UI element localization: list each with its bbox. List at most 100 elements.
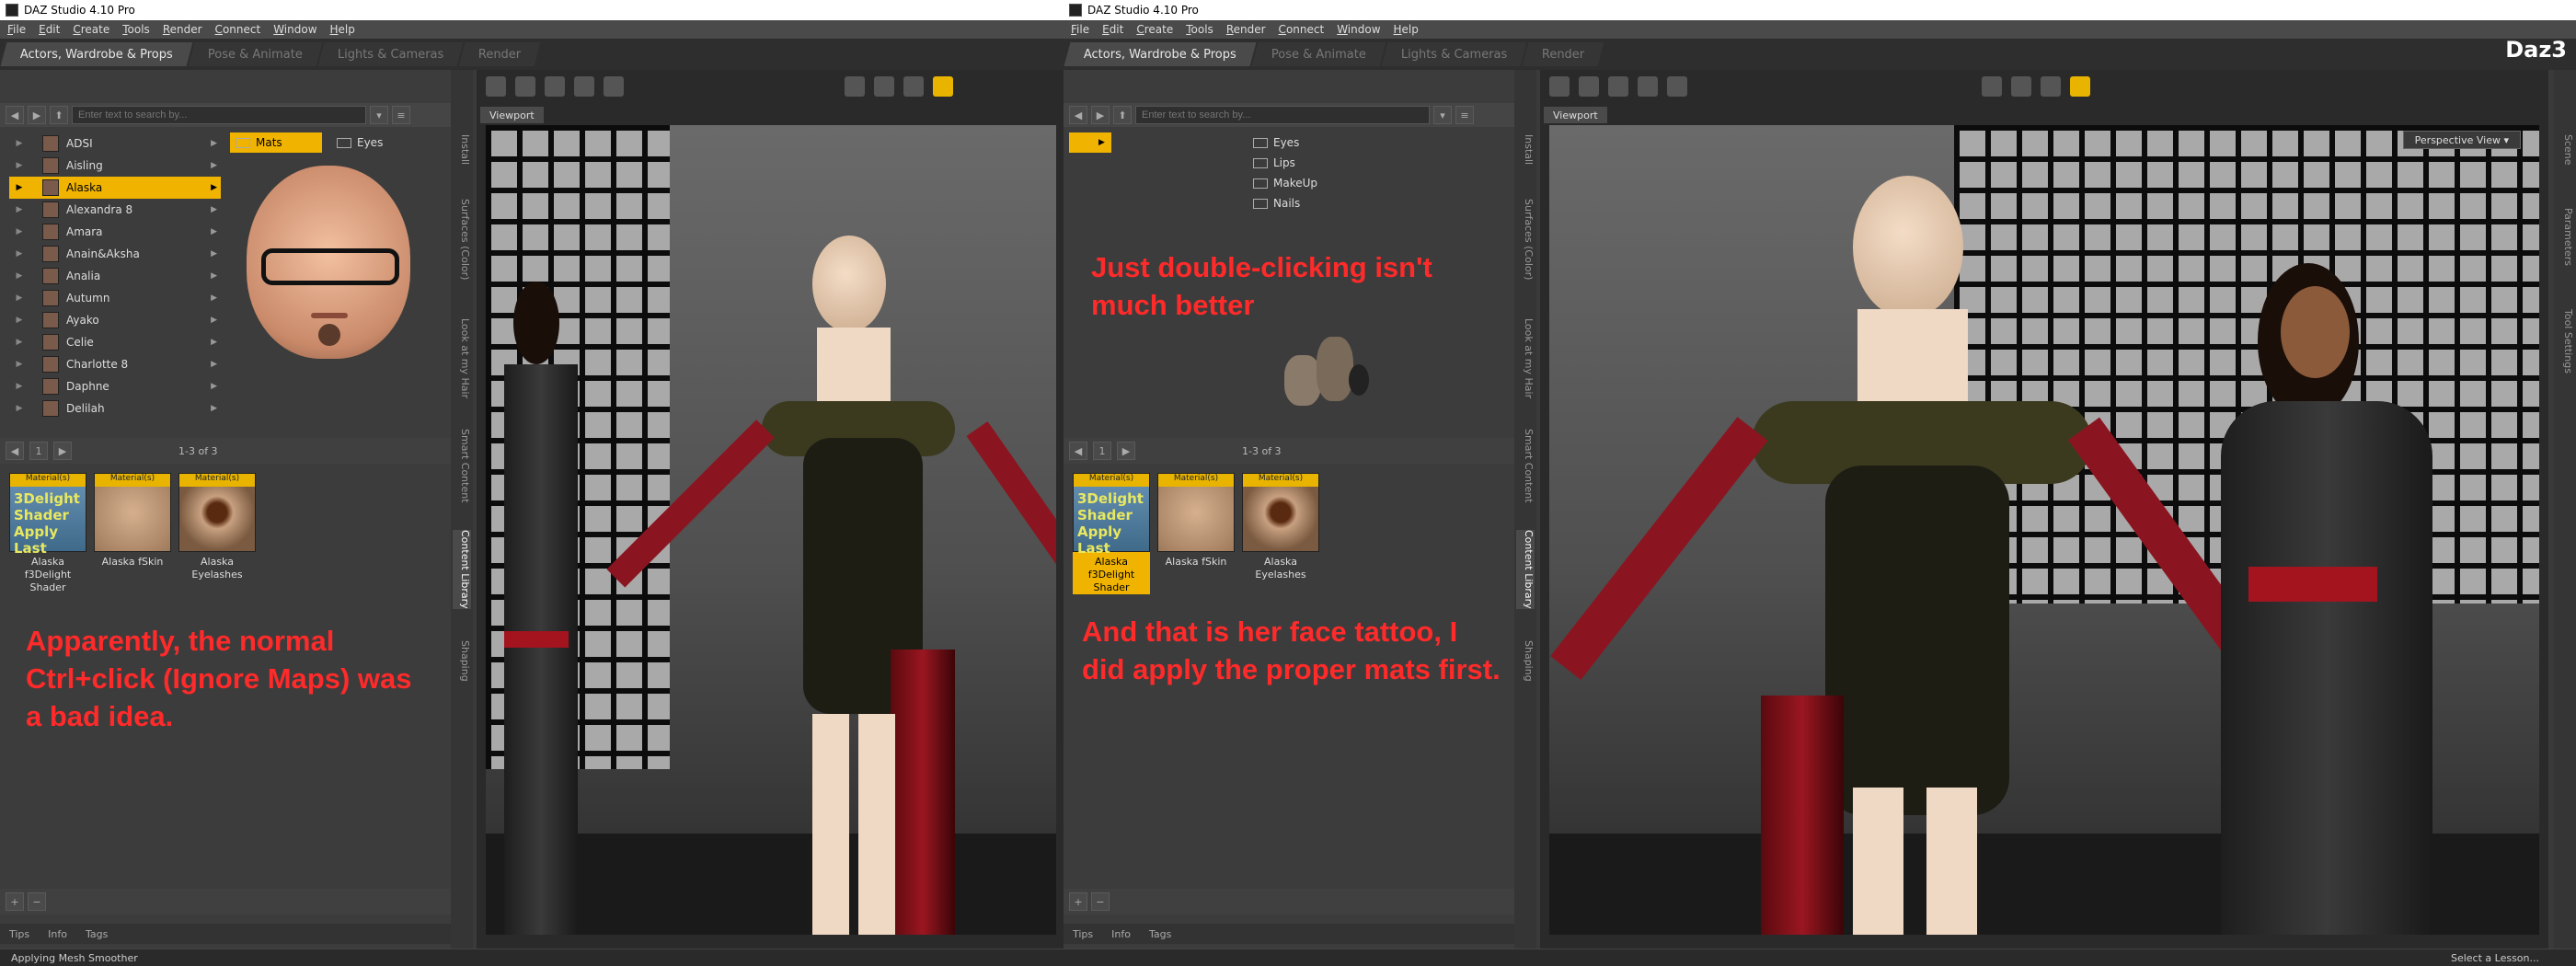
tool-icon[interactable] [1608, 76, 1628, 97]
menu-create[interactable]: Create [73, 23, 109, 36]
tree-item[interactable]: ▶ Amara ▶ [9, 221, 221, 243]
tab-look-at-my-hair[interactable]: Look at my Hair [453, 318, 471, 398]
tab-content-library[interactable]: Content Library [1516, 530, 1535, 609]
tab-shaping[interactable]: Shaping [453, 640, 471, 682]
menu-tools[interactable]: Tools [1186, 23, 1213, 36]
tool-icon[interactable] [1579, 76, 1599, 97]
tab-pose-animate[interactable]: Pose & Animate [188, 42, 323, 66]
menu-edit[interactable]: Edit [1102, 23, 1123, 36]
search-input[interactable] [1135, 106, 1430, 124]
back-icon[interactable]: ◀ [1069, 106, 1087, 124]
menu-window[interactable]: Window [273, 23, 316, 36]
tool-icon[interactable] [486, 76, 506, 97]
tab-actors-wardrobe-props[interactable]: Actors, Wardrobe & Props [0, 42, 193, 66]
add-icon[interactable]: + [1069, 892, 1087, 911]
menu-help[interactable]: Help [330, 23, 355, 36]
tree-item[interactable]: ▶ Anain&Aksha ▶ [9, 243, 221, 265]
asset-skin[interactable]: Material(s) Alaska fSkin [1157, 473, 1235, 594]
search-dropdown-icon[interactable]: ▾ [1433, 106, 1452, 124]
menu-help[interactable]: Help [1394, 23, 1419, 36]
add-icon[interactable]: + [6, 892, 24, 911]
forward-icon[interactable]: ▶ [28, 106, 46, 124]
tab-install[interactable]: Install [453, 134, 471, 165]
tree-item[interactable]: ▶ Aisling ▶ [9, 155, 221, 177]
folder-makeup[interactable]: MakeUp [1248, 173, 1358, 193]
tool-icon[interactable] [845, 76, 865, 97]
tab-tips[interactable]: Tips [9, 928, 29, 940]
tab-actors-wardrobe-props[interactable]: Actors, Wardrobe & Props [1064, 42, 1257, 66]
tab-look-at-my-hair[interactable]: Look at my Hair [1516, 318, 1535, 398]
asset-shader-selected[interactable]: Material(s) 3Delight Shader Apply Last Al… [1073, 473, 1150, 594]
menu-file[interactable]: File [1071, 23, 1089, 36]
tab-tool-settings[interactable]: Tool Settings [2556, 309, 2574, 374]
page-number[interactable]: 1 [29, 442, 48, 460]
folder-lips[interactable]: Lips [1248, 153, 1358, 173]
view-options-icon[interactable]: ≡ [392, 106, 410, 124]
back-icon[interactable]: ◀ [1069, 442, 1087, 460]
tool-icon[interactable] [604, 76, 624, 97]
back-icon[interactable]: ◀ [6, 442, 24, 460]
up-icon[interactable]: ⬆ [1113, 106, 1132, 124]
menu-window[interactable]: Window [1337, 23, 1380, 36]
tool-icon[interactable] [574, 76, 594, 97]
remove-icon[interactable]: − [28, 892, 46, 911]
tree-item[interactable]: ▶ Analia ▶ [9, 265, 221, 287]
forward-icon[interactable]: ▶ [53, 442, 72, 460]
tab-render[interactable]: Render [458, 42, 542, 66]
tab-shaping[interactable]: Shaping [1516, 640, 1535, 682]
folder-nails[interactable]: Nails [1248, 193, 1358, 213]
page-number[interactable]: 1 [1093, 442, 1111, 460]
remove-icon[interactable]: − [1091, 892, 1110, 911]
forward-icon[interactable]: ▶ [1117, 442, 1135, 460]
viewport-scene[interactable]: Perspective View ▾ [1549, 125, 2539, 935]
tab-smart-content[interactable]: Smart Content [1516, 429, 1535, 503]
tab-parameters[interactable]: Parameters [2556, 208, 2574, 266]
back-icon[interactable]: ◀ [6, 106, 24, 124]
view-options-icon[interactable]: ≡ [1455, 106, 1474, 124]
tab-info[interactable]: Info [1111, 928, 1131, 940]
tree-item[interactable]: ▶ Celie ▶ [9, 331, 221, 353]
tab-tags[interactable]: Tags [1149, 928, 1171, 940]
tab-surfaces[interactable]: Surfaces (Color) [1516, 199, 1535, 280]
tab-info[interactable]: Info [48, 928, 67, 940]
tree-item[interactable]: ▶ Ayako ▶ [9, 309, 221, 331]
tab-lights-cameras[interactable]: Lights & Cameras [1381, 42, 1527, 66]
folder-selected[interactable]: ▶ [1069, 132, 1111, 153]
tree-item[interactable]: ▶ Autumn ▶ [9, 287, 221, 309]
tab-surfaces[interactable]: Surfaces (Color) [453, 199, 471, 280]
tree-item[interactable]: ▶ Daphne ▶ [9, 375, 221, 397]
menu-render[interactable]: Render [163, 23, 202, 36]
tool-icon[interactable] [1638, 76, 1658, 97]
folder-mats[interactable]: Mats [230, 132, 322, 153]
viewport-tab[interactable]: Viewport [1544, 107, 1607, 123]
tool-icon[interactable] [2011, 76, 2031, 97]
tab-scene[interactable]: Scene [2556, 134, 2574, 166]
render-icon[interactable] [933, 76, 953, 97]
menu-edit[interactable]: Edit [39, 23, 60, 36]
folder-eyes[interactable]: Eyes [1248, 132, 1358, 153]
tab-pose-animate[interactable]: Pose & Animate [1251, 42, 1386, 66]
tree-item-selected[interactable]: ▶ Alaska ▶ [9, 177, 221, 199]
menu-connect[interactable]: Connect [1279, 23, 1325, 36]
search-dropdown-icon[interactable]: ▾ [370, 106, 388, 124]
menu-create[interactable]: Create [1136, 23, 1173, 36]
menu-tools[interactable]: Tools [122, 23, 150, 36]
search-input[interactable] [72, 106, 366, 124]
asset-eyelashes[interactable]: Material(s) Alaska Eyelashes [1242, 473, 1319, 594]
tab-tags[interactable]: Tags [86, 928, 108, 940]
tree-item[interactable]: ▶ Alexandra 8 ▶ [9, 199, 221, 221]
menu-render[interactable]: Render [1226, 23, 1266, 36]
asset-shader[interactable]: Material(s) 3Delight Shader Apply Last Al… [9, 473, 86, 594]
tab-install[interactable]: Install [1516, 134, 1535, 165]
tab-content-library[interactable]: Content Library [453, 530, 471, 609]
tree-item[interactable]: ▶ Charlotte 8 ▶ [9, 353, 221, 375]
tab-lights-cameras[interactable]: Lights & Cameras [317, 42, 464, 66]
asset-skin[interactable]: Material(s) Alaska fSkin [94, 473, 171, 594]
tool-icon[interactable] [2041, 76, 2061, 97]
menu-file[interactable]: File [7, 23, 26, 36]
viewport-scene[interactable] [486, 125, 1056, 935]
viewport-tab[interactable]: Viewport [480, 107, 544, 123]
forward-icon[interactable]: ▶ [1091, 106, 1110, 124]
lesson-select[interactable]: Select a Lesson... [2451, 952, 2539, 964]
tab-render[interactable]: Render [1522, 42, 1605, 66]
